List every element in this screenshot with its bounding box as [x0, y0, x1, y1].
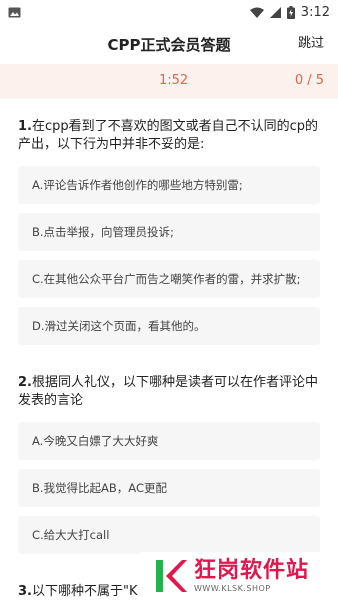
- option-c[interactable]: C.在其他公众平台广而告之嘲笑作者的雷，并求扩散;: [18, 260, 320, 298]
- question-title: 2.根据同人礼仪，以下哪种是读者可以在作者评论中发表的言论: [18, 374, 320, 410]
- status-bar: 3:12: [0, 0, 338, 24]
- option-c[interactable]: C.给大大打call: [18, 516, 320, 554]
- status-left: [8, 3, 21, 22]
- option-b[interactable]: B.点击举报，向管理员投诉;: [18, 213, 320, 251]
- status-time: 3:12: [300, 4, 330, 20]
- question-counter: 0 / 5: [294, 73, 324, 88]
- question-1: 1.在cpp看到了不喜欢的图文或者自己不认同的cp的产出，以下行为中并非不妥的是…: [18, 98, 320, 345]
- option-b[interactable]: B.我觉得比起AB，AC更配: [18, 469, 320, 507]
- wifi-icon: [249, 7, 264, 18]
- watermark-logo-icon: [154, 558, 188, 594]
- signal-icon: [269, 6, 281, 18]
- question-number: 2.: [18, 375, 32, 390]
- watermark-name: 狂岗软件站: [194, 558, 310, 583]
- option-d[interactable]: D.滑过关闭这个页面，看其他的。: [18, 307, 320, 345]
- status-right: 3:12: [249, 0, 330, 24]
- option-a[interactable]: A.评论告诉作者他创作的哪些地方特别雷;: [18, 166, 320, 204]
- question-2: 2.根据同人礼仪，以下哪种是读者可以在作者评论中发表的言论 A.今晚又白嫖了大大…: [18, 354, 320, 554]
- battery-icon: [286, 5, 295, 19]
- question-title: 1.在cpp看到了不喜欢的图文或者自己不认同的cp的产出，以下行为中并非不妥的是…: [18, 118, 320, 154]
- watermark-url: WWW.KLSK.SHOP: [194, 584, 271, 593]
- option-a[interactable]: A.今晚又白嫖了大大好爽: [18, 422, 320, 460]
- gallery-notification-icon: [8, 3, 21, 22]
- question-number: 3.: [18, 584, 32, 599]
- progress-strip: 1:52 0 / 5: [0, 64, 338, 98]
- question-number: 1.: [18, 119, 32, 134]
- question-text: 在cpp看到了不喜欢的图文或者自己不认同的cp的产出，以下行为中并非不妥的是:: [18, 119, 319, 152]
- question-list: 1.在cpp看到了不喜欢的图文或者自己不认同的cp的产出，以下行为中并非不妥的是…: [0, 98, 338, 600]
- question-text: 以下哪种不属于"K: [31, 584, 138, 599]
- skip-button[interactable]: 跳过: [298, 24, 324, 64]
- watermark-text: 狂岗软件站 WWW.KLSK.SHOP: [194, 558, 309, 594]
- title-bar: CPP正式会员答题 跳过: [0, 24, 338, 64]
- watermark: 狂岗软件站 WWW.KLSK.SHOP: [140, 552, 338, 600]
- question-text: 根据同人礼仪，以下哪种是读者可以在作者评论中发表的言论: [18, 375, 318, 408]
- countdown-timer: 1:52: [159, 73, 189, 88]
- page-title: CPP正式会员答题: [107, 35, 231, 54]
